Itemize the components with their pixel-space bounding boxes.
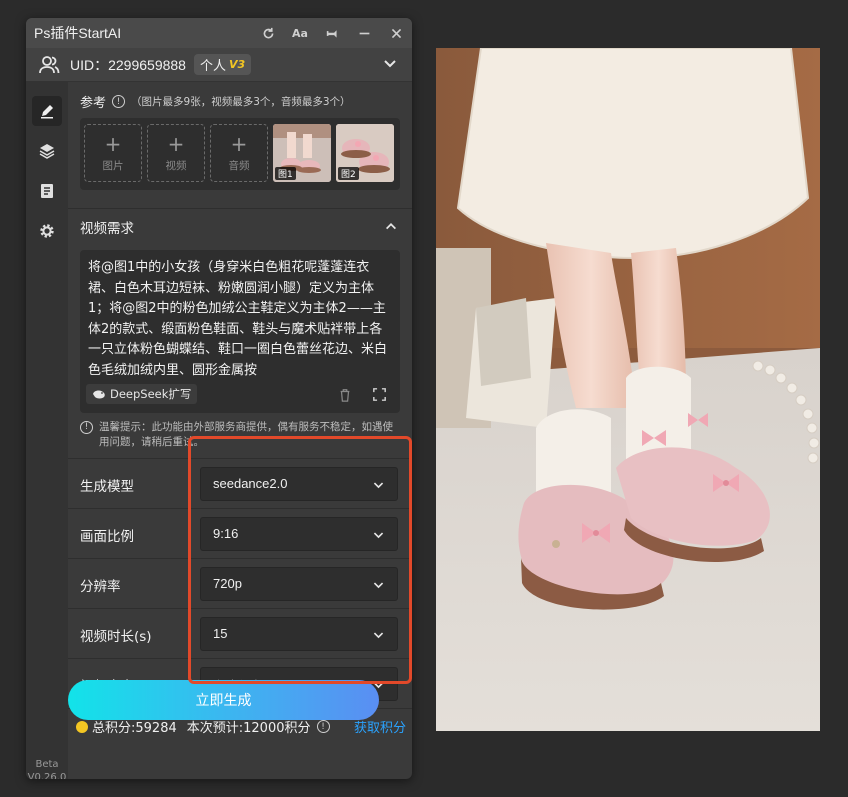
upload-slot-label: 视频 [165, 159, 187, 172]
version-beta: Beta [35, 759, 59, 770]
param-label: 生成模型 [80, 479, 134, 495]
aspect-ratio-select[interactable]: 9:16 [200, 517, 398, 551]
generate-button[interactable]: 立即生成 [68, 680, 379, 720]
deepseek-expand-button[interactable]: DeepSeek扩写 [86, 384, 198, 404]
upload-video-slot[interactable]: + 视频 [147, 124, 205, 182]
duration-select[interactable]: 15 [200, 617, 398, 651]
pin-icon[interactable] [316, 18, 348, 48]
chevron-down-icon [373, 632, 384, 639]
thumbnail-tag: 图1 [275, 167, 296, 180]
chevron-down-icon [373, 582, 384, 589]
main-column: 参考 ! （图片最多9张，视频最多3个，音频最多3个） + 图片 + 视频 + … [68, 82, 412, 779]
plus-icon: + [230, 131, 248, 156]
sidebar-item-settings[interactable] [32, 216, 62, 246]
preview-photo [436, 48, 820, 731]
reference-thumbnail[interactable]: 图2 [336, 124, 394, 182]
uid-text: UID：2299659888 [70, 56, 186, 73]
sidebar-item-edit[interactable] [32, 96, 62, 126]
param-row-duration: 视频时长(s) 15 [68, 608, 412, 658]
user-tier-badge: 个人 V3 [193, 54, 252, 75]
thumbnail-tag: 图2 [338, 167, 359, 180]
close-icon[interactable] [380, 18, 412, 48]
info-icon[interactable]: ! [316, 720, 330, 733]
version-number: V0.26.0 [27, 772, 67, 779]
param-row-resolution: 分辨率 720p [68, 558, 412, 608]
upload-image-slot[interactable]: + 图片 [84, 124, 142, 182]
param-value: 720p [213, 576, 242, 591]
chevron-down-icon [373, 532, 384, 539]
deepseek-label: DeepSeek扩写 [110, 387, 192, 401]
info-icon[interactable]: ! [112, 95, 126, 108]
param-label: 分辨率 [80, 579, 121, 595]
plus-icon: + [167, 131, 185, 156]
chevron-down-icon[interactable] [382, 56, 398, 72]
font-size-icon[interactable]: Aa [284, 18, 316, 48]
coin-icon [76, 720, 88, 733]
chevron-up-icon[interactable] [384, 219, 398, 233]
reference-title: 参考 [80, 96, 107, 111]
chevron-down-icon [373, 482, 384, 489]
param-row-aspect-ratio: 画面比例 9:16 [68, 508, 412, 558]
layers-icon [39, 144, 55, 159]
plus-icon: + [104, 131, 122, 156]
model-select[interactable]: seedance2.0 [200, 467, 398, 501]
param-value: seedance2.0 [213, 476, 288, 491]
upload-audio-slot[interactable]: + 音频 [210, 124, 268, 182]
param-label: 画面比例 [80, 529, 134, 545]
sidebar: Beta V0.26.0 [26, 82, 68, 779]
minimize-icon[interactable] [348, 18, 380, 48]
document-icon [41, 184, 53, 198]
resolution-select[interactable]: 720p [200, 567, 398, 601]
preview-image [436, 48, 820, 731]
param-value: 9:16 [213, 526, 239, 541]
plugin-panel: Ps插件StartAI Aa UID：2299659888 个人 V3 Beta… [26, 18, 412, 779]
user-bar: UID：2299659888 个人 V3 [26, 48, 412, 82]
notice: ! 温馨提示：此功能由外部服务商提供，偶有服务不稳定，如遇使用问题，请稍后重试。 [80, 420, 400, 450]
notice-text: 温馨提示：此功能由外部服务商提供，偶有服务不稳定，如遇使用问题，请稍后重试。 [99, 421, 393, 448]
reference-heading: 参考 ! （图片最多9张，视频最多3个，音频最多3个） [80, 92, 351, 111]
prompt-textarea[interactable]: 将@图1中的小女孩（身穿米白色粗花呢蓬蓬连衣裙、白色木耳边短袜、粉嫩圆润小腿）定… [80, 250, 400, 413]
reference-hint: （图片最多9张，视频最多3个，音频最多3个） [131, 96, 351, 108]
prompt-text[interactable]: 将@图1中的小女孩（身穿米白色粗花呢蓬蓬连衣裙、白色木耳边短袜、粉嫩圆润小腿）定… [88, 258, 392, 380]
sidebar-item-layers[interactable] [32, 136, 62, 166]
refresh-icon[interactable] [252, 18, 284, 48]
param-label: 视频时长(s) [80, 629, 152, 645]
whale-icon [93, 390, 105, 399]
param-value: 15 [213, 626, 228, 641]
video-requirement-title: 视频需求 [80, 221, 134, 237]
pencil-icon [41, 105, 53, 119]
sidebar-item-notes[interactable] [32, 176, 62, 206]
version-label: Beta V0.26.0 [26, 758, 68, 779]
upload-slot-label: 音频 [228, 159, 250, 172]
expand-icon[interactable] [373, 388, 386, 401]
trash-icon[interactable] [338, 388, 352, 402]
reference-thumbnail[interactable]: 图1 [273, 124, 331, 182]
app-title: Ps插件StartAI [34, 25, 122, 41]
users-icon [39, 55, 60, 73]
upload-slot-label: 图片 [102, 159, 124, 172]
reference-upload-area: + 图片 + 视频 + 音频 图1 图2 [80, 118, 400, 190]
user-tier: 个人 [199, 59, 226, 74]
get-points-link[interactable]: 获取积分 [354, 717, 406, 736]
info-icon: ! [80, 421, 93, 434]
title-bar: Ps插件StartAI Aa [26, 18, 412, 48]
video-requirement-header[interactable]: 视频需求 [68, 208, 412, 240]
user-level: V3 [229, 58, 246, 71]
param-row-model: 生成模型 seedance2.0 [68, 458, 412, 508]
gear-icon [40, 224, 54, 238]
